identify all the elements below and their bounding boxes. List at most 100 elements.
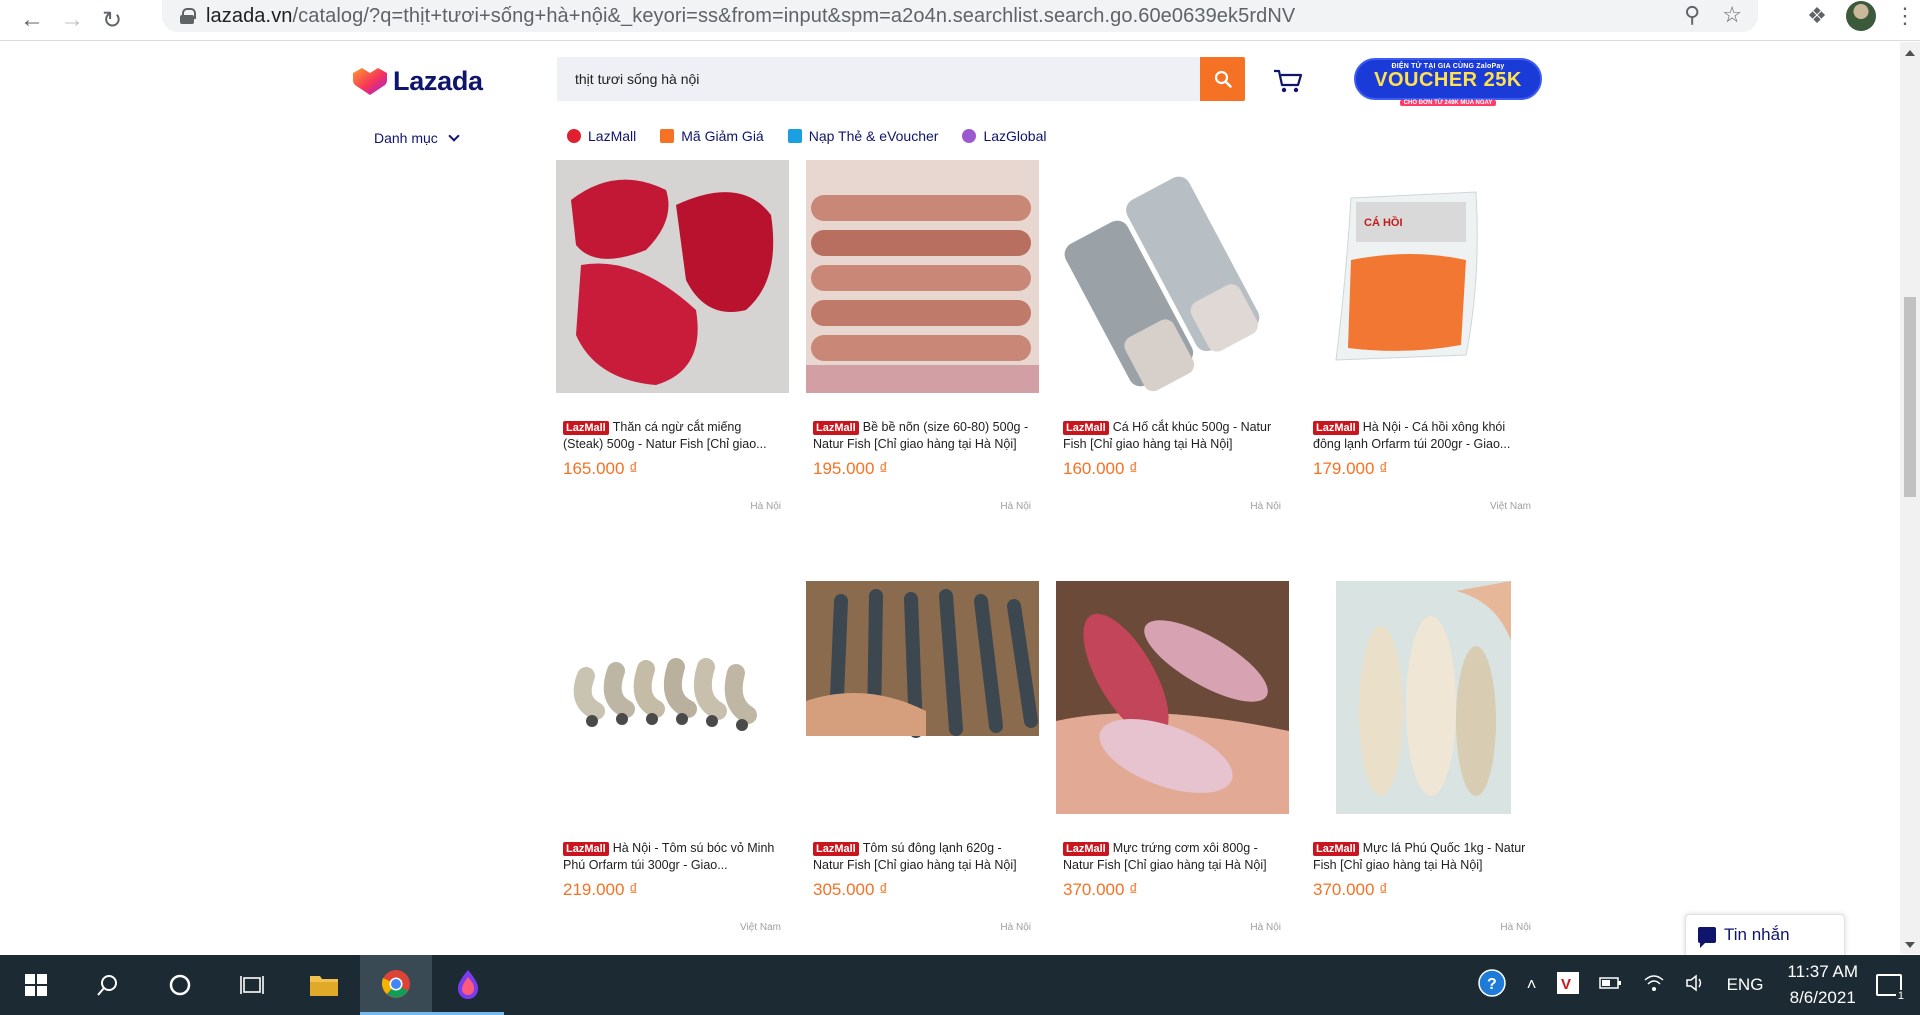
notification-count: 1	[1895, 990, 1906, 1002]
profile-avatar[interactable]	[1846, 1, 1876, 31]
task-view-icon[interactable]	[216, 955, 288, 1015]
lazglobal-icon	[962, 129, 977, 143]
subnav-topup[interactable]: Nạp Thẻ & eVoucher	[787, 128, 938, 144]
product-location: Hà Nội	[1250, 922, 1281, 933]
product-price: 165.000 ₫	[563, 459, 638, 478]
product-price: 160.000 ₫	[1063, 459, 1138, 478]
scroll-down-icon[interactable]	[1905, 942, 1915, 948]
search-icon[interactable]	[72, 955, 144, 1015]
product-image-tuna[interactable]	[556, 160, 789, 393]
paint-app-icon[interactable]	[432, 955, 504, 1015]
subnav-vouchers[interactable]: Mã Giảm Giá	[660, 128, 764, 144]
product-card[interactable]: LazMall Tôm sú đông lạnh 620g - Natur Fis…	[806, 581, 1039, 933]
product-card[interactable]: LazMall Mực trứng cơm xôi 800g - Natur Fi…	[1056, 581, 1289, 933]
product-location: Việt Nam	[740, 922, 781, 933]
search-box[interactable]	[557, 57, 1200, 101]
lazmall-badge: LazMall	[813, 842, 859, 856]
system-tray: ? ˄ V ENG 11:37 AM 8/6/2021 1	[1467, 955, 1920, 1015]
topup-icon	[787, 129, 802, 143]
product-image-hairtail[interactable]	[1056, 160, 1289, 393]
browser-toolbar: ← → ↻ lazada.vn/catalog/?q=thịt+tươi+sốn…	[0, 0, 1920, 41]
lock-icon[interactable]	[180, 8, 196, 24]
lazmall-badge: LazMall	[563, 421, 609, 435]
product-image-tiger-prawn[interactable]	[806, 581, 1039, 814]
product-image-peeled-shrimp[interactable]	[556, 581, 789, 814]
windows-taskbar: ? ˄ V ENG 11:37 AM 8/6/2021 1	[0, 955, 1920, 1015]
back-icon[interactable]: ←	[12, 3, 52, 37]
product-location: Hà Nội	[1250, 501, 1281, 512]
chat-button[interactable]: Tin nhắn	[1685, 914, 1845, 956]
product-price: 370.000 ₫	[1063, 880, 1138, 899]
file-explorer-icon[interactable]	[288, 955, 360, 1015]
lazmall-badge: LazMall	[1063, 421, 1109, 435]
category-menu[interactable]: Danh mục	[374, 130, 460, 146]
product-location: Hà Nội	[1500, 922, 1531, 933]
bookmark-star-icon[interactable]: ☆	[1722, 2, 1742, 28]
search-input[interactable]	[557, 57, 1200, 101]
product-image-egg-squid[interactable]	[1056, 581, 1289, 814]
menu-kebab-icon[interactable]: ⋮	[1894, 3, 1916, 29]
product-price: 195.000 ₫	[813, 459, 888, 478]
voucher-icon	[660, 129, 675, 143]
language-indicator[interactable]: ENG	[1727, 975, 1764, 995]
sub-navigation: LazMall Mã Giảm Giá Nạp Thẻ & eVoucher L…	[567, 128, 1046, 144]
product-card[interactable]: LazMall Cá Hố cắt khúc 500g - Natur Fish …	[1056, 160, 1289, 512]
product-price: 305.000 ₫	[813, 880, 888, 899]
logo-text: Lazada	[393, 66, 483, 96]
scroll-thumb[interactable]	[1904, 297, 1916, 497]
lazmall-badge: LazMall	[563, 842, 609, 856]
lazmall-badge: LazMall	[1063, 842, 1109, 856]
svg-text:V: V	[1561, 976, 1571, 993]
clock[interactable]: 11:37 AM 8/6/2021	[1787, 959, 1858, 1011]
lazmall-icon	[567, 129, 581, 143]
windows-start-icon[interactable]	[0, 955, 72, 1015]
lazmall-badge: LazMall	[1313, 421, 1359, 435]
subnav-lazmall[interactable]: LazMall	[567, 128, 636, 144]
forward-icon[interactable]: →	[52, 3, 92, 37]
battery-icon[interactable]	[1598, 974, 1623, 997]
url-text[interactable]: lazada.vn/catalog/?q=thịt+tươi+sống+hà+n…	[206, 5, 1295, 28]
cart-icon[interactable]	[1273, 68, 1303, 94]
wifi-icon[interactable]	[1643, 974, 1665, 997]
voucher-banner[interactable]: ĐIỆN TỬ TẠI GIA CÙNG ZaloPay VOUCHER 25K…	[1354, 58, 1542, 106]
product-card[interactable]: LazMall Thăn cá ngừ cắt miếng (Steak) 500…	[556, 160, 789, 512]
lazada-logo[interactable]: Lazada	[353, 66, 483, 97]
cortana-icon[interactable]	[144, 955, 216, 1015]
product-location: Hà Nội	[1000, 922, 1031, 933]
scroll-up-icon[interactable]	[1905, 50, 1915, 56]
product-location: Việt Nam	[1490, 501, 1531, 512]
site-header: Lazada ĐIỆN TỬ TẠI GIA CÙNG ZaloPay VOUC…	[0, 42, 1900, 160]
reload-icon[interactable]: ↻	[92, 3, 132, 37]
product-image-smoked-salmon[interactable]: CÁ HỒI	[1306, 160, 1539, 393]
address-bar[interactable]: lazada.vn/catalog/?q=thịt+tươi+sống+hà+n…	[162, 0, 1758, 32]
chevron-up-icon[interactable]: ˄	[1527, 975, 1537, 995]
subnav-lazglobal[interactable]: LazGlobal	[962, 128, 1046, 144]
product-location: Hà Nội	[750, 501, 781, 512]
volume-icon[interactable]	[1685, 973, 1707, 997]
notification-icon[interactable]: 1	[1876, 974, 1906, 1002]
antivirus-icon[interactable]: V	[1556, 971, 1579, 999]
search-icon	[1214, 70, 1232, 88]
product-image-squid[interactable]	[1306, 581, 1539, 814]
product-image-mantis-shrimp[interactable]	[806, 160, 1039, 393]
page-scrollbar[interactable]	[1900, 42, 1920, 954]
product-card[interactable]: LazMall Hà Nội - Tôm sú bóc vỏ Minh Phú O…	[556, 581, 789, 933]
svg-text:CÁ HỒI: CÁ HỒI	[1364, 216, 1403, 229]
chat-icon	[1698, 927, 1716, 948]
product-price: 179.000 ₫	[1313, 459, 1388, 478]
product-card[interactable]: LazMall Bề bề nõn (size 60-80) 500g - Nat…	[806, 160, 1039, 512]
product-price: 370.000 ₫	[1313, 880, 1388, 899]
zoom-icon[interactable]: ⚲	[1684, 2, 1700, 28]
extensions-icon[interactable]: ❖	[1806, 5, 1828, 27]
product-price: 219.000 ₫	[563, 880, 638, 899]
svg-text:?: ?	[1487, 976, 1497, 993]
help-icon[interactable]: ?	[1477, 968, 1507, 1003]
product-card[interactable]: LazMall Mực lá Phú Quốc 1kg - Natur Fish …	[1306, 581, 1539, 933]
chevron-down-icon	[448, 130, 460, 142]
product-card[interactable]: CÁ HỒI LazMall Hà Nội - Cá hồi xông khói …	[1306, 160, 1539, 512]
lazada-heart-icon	[353, 67, 387, 97]
page-content: Lazada ĐIỆN TỬ TẠI GIA CÙNG ZaloPay VOUC…	[0, 42, 1900, 954]
search-button[interactable]	[1200, 57, 1245, 101]
chrome-icon[interactable]	[360, 955, 432, 1015]
product-location: Hà Nội	[1000, 501, 1031, 512]
